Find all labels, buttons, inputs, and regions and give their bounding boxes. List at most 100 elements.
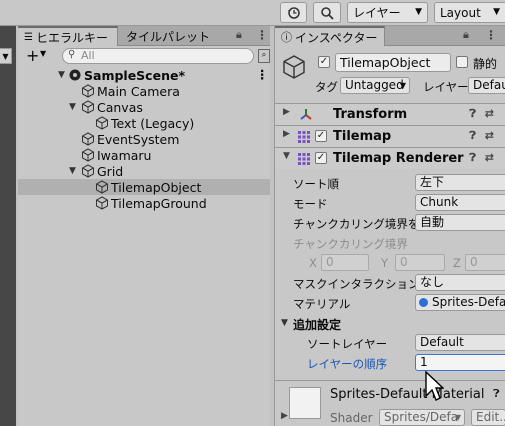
- tab-tile-palette-label: タイルパレット: [126, 29, 211, 44]
- gameobject-icon: [82, 132, 94, 146]
- layer-dropdown[interactable]: Defau: [468, 77, 505, 94]
- expand-triangle-icon[interactable]: ▼: [283, 151, 290, 161]
- hierarchy-tabs: ☰ ヒエラルキー タイルパレット 🔒︎ ⋮: [18, 26, 270, 46]
- list-item-label: Text (Legacy): [111, 115, 195, 131]
- gameobject-icon: [96, 196, 108, 210]
- search-button[interactable]: [313, 2, 341, 23]
- tilemap-renderer-icon: [298, 153, 310, 165]
- tag-dropdown[interactable]: Untagged ▼: [340, 77, 410, 94]
- mouse-cursor-icon: [425, 370, 444, 401]
- tilemap-icon: [298, 131, 310, 143]
- hierarchy-item-text-legacy[interactable]: Text (Legacy): [18, 115, 270, 131]
- hierarchy-item-tilemapobject[interactable]: TilemapObject: [18, 179, 270, 195]
- tilemap-enabled-checkbox[interactable]: ✓: [315, 130, 327, 142]
- mode-dropdown[interactable]: Chunk: [415, 194, 505, 211]
- order-in-layer-input[interactable]: 1: [415, 354, 505, 371]
- help-icon[interactable]: ❓︎: [469, 129, 476, 143]
- inspector-tab-bar: ⓘ インスペクター 🔒︎ ⋮: [275, 26, 505, 46]
- tab-hierarchy-label: ヒエラルキー: [35, 30, 108, 45]
- gameobject-icon: [82, 84, 94, 98]
- tab-hierarchy[interactable]: ☰ ヒエラルキー: [18, 26, 118, 46]
- list-item-label: TilemapObject: [111, 179, 202, 195]
- scene-row[interactable]: ▼ SampleScene* ⋮: [18, 67, 270, 83]
- list-item-label: TilemapGround: [111, 195, 207, 211]
- chunk-culling-detect-dropdown[interactable]: 自動: [415, 214, 505, 231]
- help-icon[interactable]: ❓︎: [469, 107, 476, 121]
- presets-icon[interactable]: ⇄: [485, 129, 494, 142]
- gameobject-icon: [96, 180, 108, 194]
- tilemap-renderer-enabled-checkbox[interactable]: ✓: [315, 152, 327, 164]
- help-icon[interactable]: ❓︎: [469, 151, 476, 165]
- material-preview-title: Sprites-Default Material: [330, 387, 485, 402]
- shader-edit-button[interactable]: Edit...: [471, 409, 505, 426]
- collapse-triangle-icon[interactable]: ▶: [281, 411, 288, 421]
- list-item-label: Grid: [97, 163, 124, 179]
- collapse-triangle-icon[interactable]: ▶: [283, 107, 290, 117]
- additional-settings-header[interactable]: 追加設定: [293, 316, 341, 333]
- expand-triangle-icon[interactable]: ▼: [58, 70, 65, 80]
- y-label: Y: [381, 256, 389, 270]
- layer-label: レイヤー: [423, 80, 469, 94]
- more-menu-icon[interactable]: ⋮: [256, 67, 269, 82]
- more-menu-icon[interactable]: ⋮: [256, 28, 268, 42]
- list-item-label: EventSystem: [97, 131, 180, 147]
- collapse-triangle-icon[interactable]: ▶: [283, 129, 290, 139]
- chevron-down-icon: ▼: [454, 413, 461, 422]
- transform-icon: [300, 109, 312, 120]
- layout-dropdown[interactable]: Layout ▼: [434, 2, 505, 23]
- hierarchy-search-input[interactable]: ⚲ All: [62, 48, 254, 64]
- history-button[interactable]: [280, 2, 307, 23]
- scene-view-edge: ▼: [0, 26, 16, 426]
- expand-triangle-icon[interactable]: ▼: [69, 166, 76, 176]
- material-field[interactable]: Sprites-Defa: [415, 294, 505, 311]
- gameobject-icon: [82, 148, 94, 162]
- hierarchy-item-eventsystem[interactable]: EventSystem: [18, 131, 270, 147]
- list-item-label: Canvas: [97, 99, 143, 115]
- hierarchy-item-main-camera[interactable]: Main Camera: [18, 83, 270, 99]
- bounds-x-field: 0: [321, 254, 369, 271]
- sort-order-dropdown[interactable]: 左下: [415, 174, 505, 191]
- expand-triangle-icon[interactable]: ▼: [69, 102, 76, 112]
- help-icon[interactable]: ❓︎: [493, 387, 500, 401]
- chevron-down-icon[interactable]: ▼: [0, 48, 12, 64]
- layers-dropdown[interactable]: レイヤー ▼: [347, 2, 428, 23]
- presets-icon[interactable]: ⇄: [485, 107, 494, 120]
- chevron-down-icon[interactable]: ▼: [40, 49, 46, 58]
- search-placeholder: All: [81, 49, 95, 62]
- lock-icon[interactable]: 🔒︎: [463, 28, 469, 42]
- tab-inspector[interactable]: ⓘ インスペクター: [275, 26, 385, 46]
- shader-dropdown[interactable]: Sprites/Defa ▼: [379, 409, 465, 426]
- tilemap-renderer-header[interactable]: ▼ ✓ Tilemap Renderer ❓︎ ⇄: [275, 147, 505, 169]
- more-menu-icon[interactable]: ⋮: [485, 28, 497, 42]
- hierarchy-item-tilemapground[interactable]: TilemapGround: [18, 195, 270, 211]
- gameobject-icon: [82, 100, 94, 114]
- scene-name: SampleScene*: [84, 67, 185, 83]
- static-checkbox[interactable]: [456, 56, 468, 68]
- tilemap-header[interactable]: ▶ ✓ Tilemap ❓︎ ⇄: [275, 125, 505, 147]
- sorting-layer-dropdown[interactable]: Default: [415, 334, 505, 351]
- hierarchy-item-canvas[interactable]: ▼ Canvas: [18, 99, 270, 115]
- lock-icon[interactable]: 🔒︎: [236, 28, 242, 42]
- mask-interaction-dropdown[interactable]: なし: [415, 274, 505, 291]
- top-toolbar: レイヤー ▼ Layout ▼: [0, 0, 505, 26]
- material-preview-section: Sprites-Default Material ❓︎ Shader Sprit…: [275, 380, 505, 426]
- expand-triangle-icon[interactable]: ▼: [281, 318, 288, 328]
- tab-tile-palette[interactable]: タイルパレット: [120, 26, 220, 46]
- active-checkbox[interactable]: ✓: [318, 56, 330, 68]
- presets-icon[interactable]: ⇄: [485, 151, 494, 164]
- gameobject-icon: [96, 116, 108, 130]
- hierarchy-toolbar: + ▼ ⚲ All ⌕: [18, 46, 270, 66]
- material-icon: [419, 298, 428, 307]
- search-icon: ⚲: [68, 49, 76, 60]
- hierarchy-panel: ☰ ヒエラルキー タイルパレット 🔒︎ ⋮ + ▼ ⚲ All ⌕ ▼ Samp…: [18, 26, 270, 426]
- static-label: 静的: [473, 57, 498, 71]
- chevron-down-icon: ▼: [415, 7, 422, 17]
- transform-header[interactable]: ▶ Transform ❓︎ ⇄: [275, 103, 505, 125]
- tilemap-title: Tilemap: [333, 129, 392, 144]
- add-button[interactable]: +: [26, 46, 39, 65]
- hierarchy-item-grid[interactable]: ▼ Grid: [18, 163, 270, 179]
- search-filter-icon[interactable]: ⌕: [258, 49, 270, 63]
- hierarchy-item-iwamaru[interactable]: Iwamaru: [18, 147, 270, 163]
- object-name-input[interactable]: TilemapObject: [335, 53, 451, 72]
- mask-interaction-label: マスクインタラクション: [293, 277, 420, 291]
